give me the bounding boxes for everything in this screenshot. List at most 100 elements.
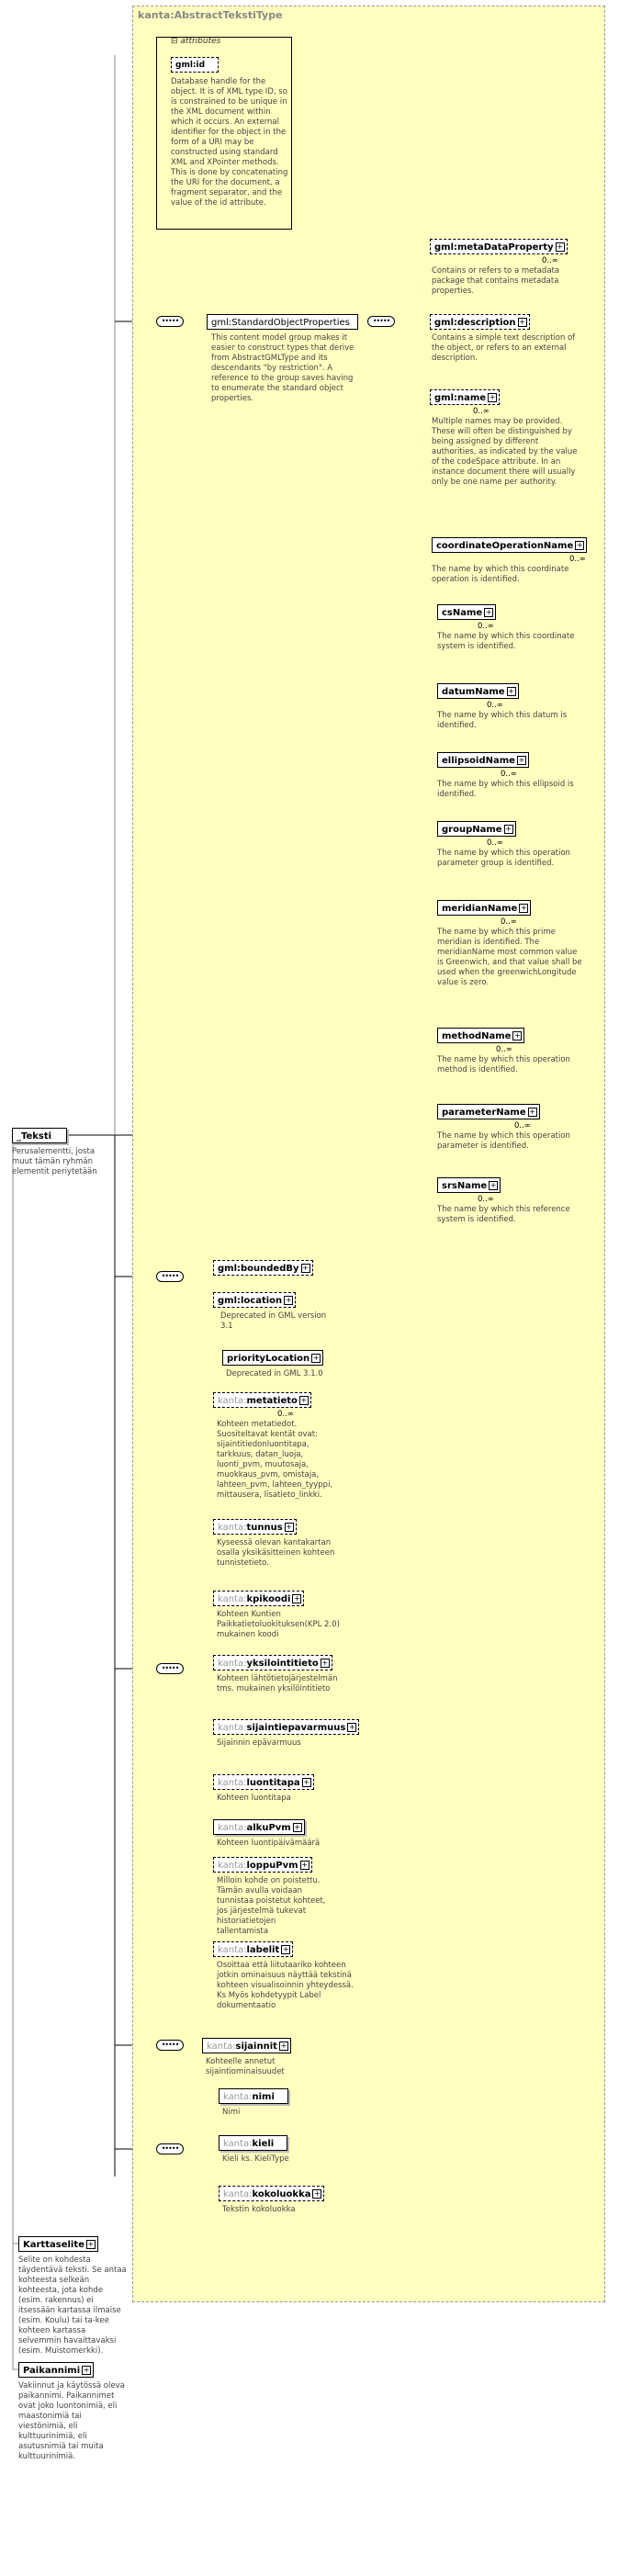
kanta-item-label: luontitapa [246, 1778, 300, 1788]
expand-icon[interactable]: + [527, 1108, 537, 1117]
expand-icon[interactable]: + [516, 756, 526, 765]
expand-icon[interactable]: + [555, 242, 565, 252]
kanta-item-desc: Kohteen lähtötietojärjestelmän tms. muka… [217, 1674, 338, 1693]
expand-icon[interactable]: + [503, 825, 513, 834]
std-item-desc: The name by which this coordinate system… [437, 632, 575, 651]
std-item-card: 0..∞ [501, 917, 517, 927]
std-props-desc: This content model group makes it easier… [211, 333, 355, 403]
namespace-prefix: kanta: [223, 2092, 253, 2102]
kanta-sijainnit-element[interactable]: kanta:sijainnit + [202, 2038, 291, 2053]
std-props-label: gml:StandardObjectProperties [211, 318, 350, 328]
type-title: kanta:AbstractTekstiType [138, 9, 283, 21]
kanta-loppupvm-element[interactable]: kanta:loppuPvm + [213, 1857, 312, 1873]
priority-location-element[interactable]: priorityLocation + [222, 1350, 324, 1366]
paikannimi-label: Paikannimi [23, 2366, 81, 2376]
namespace-prefix: kanta: [218, 1523, 247, 1533]
std-item-srsname[interactable]: srsName + [437, 1177, 501, 1193]
gml-id-attribute[interactable]: gml:id [171, 57, 219, 73]
kanta-yksilointitieto-element[interactable]: kanta:yksilointitieto + [213, 1655, 332, 1670]
standard-object-properties-group[interactable]: gml:StandardObjectProperties [207, 314, 358, 330]
kanta-item-label: tunnus [246, 1523, 283, 1533]
paikannimi-desc: Vakiinnut ja käytössä oleva paikannimi. … [18, 2381, 125, 2461]
std-item-label: gml:name [434, 393, 487, 403]
namespace-prefix: kanta: [218, 1861, 247, 1871]
std-item-name[interactable]: gml:name + [430, 389, 501, 405]
kanta-kieli-element[interactable]: kanta:kieli [219, 2135, 288, 2151]
sijainnit-desc: Kohteelle annetut sijaintiominaisuudet [206, 2057, 285, 2076]
std-item-ellipsoidname[interactable]: ellipsoidName + [437, 752, 529, 768]
kanta-alkupvm-element[interactable]: kanta:alkuPvm + [213, 1819, 305, 1835]
expand-icon[interactable]: + [347, 1723, 357, 1732]
expand-icon[interactable]: + [292, 1823, 302, 1832]
sequence-compositor-std[interactable]: ••••• [367, 316, 395, 327]
namespace-prefix: kanta: [218, 1778, 247, 1788]
expand-icon[interactable]: + [298, 1396, 309, 1405]
root-element[interactable]: _Teksti [12, 1128, 67, 1143]
expand-icon[interactable]: + [517, 318, 527, 327]
kanta-item-label: metatieto [246, 1396, 298, 1406]
std-item-metadataproperty[interactable]: gml:metaDataProperty + [430, 239, 568, 254]
std-item-csname[interactable]: csName + [437, 604, 497, 620]
kanta-labelit-element[interactable]: kanta:labelit + [213, 1941, 294, 1957]
kanta-item-desc: Osoittaa että liitutaariko kohteen jotki… [217, 1961, 354, 2010]
std-item-desc: The name by which this datum is identifi… [437, 711, 568, 730]
std-item-label: groupName [442, 825, 502, 835]
expand-icon[interactable]: + [311, 1354, 321, 1363]
expand-icon[interactable]: + [312, 2189, 322, 2199]
std-item-coordinateoperationname[interactable]: coordinateOperationName + [432, 537, 588, 553]
std-item-card: 0..∞ [569, 555, 586, 564]
kanta-metatieto-element[interactable]: kanta:metatieto + [213, 1392, 311, 1408]
namespace-prefix: kanta: [218, 1823, 247, 1833]
expand-icon[interactable]: + [506, 687, 516, 696]
kanta-tunnus-element[interactable]: kanta:tunnus + [213, 1519, 297, 1535]
kanta-item-desc: Kohteen luontipäivämäärä [217, 1839, 321, 1848]
location-element[interactable]: gml:location + [213, 1292, 297, 1308]
sequence-compositor-5[interactable]: ••••• [156, 2143, 184, 2154]
expand-icon[interactable]: + [292, 1594, 302, 1603]
std-item-label: csName [442, 608, 483, 618]
expand-icon[interactable]: + [489, 1181, 499, 1190]
sequence-compositor-1[interactable]: ••••• [156, 316, 184, 327]
expand-icon[interactable]: + [512, 1031, 523, 1041]
sequence-compositor-4[interactable]: ••••• [156, 2040, 184, 2051]
kanta-item-desc: Kohteen luontitapa [217, 1794, 291, 1803]
expand-icon[interactable]: + [488, 393, 498, 402]
std-item-datumname[interactable]: datumName + [437, 683, 519, 699]
kanta-nimi-element[interactable]: kanta:nimi [219, 2088, 288, 2104]
std-item-card: 0..∞ [501, 770, 517, 779]
karttaselite-element[interactable]: Karttaselite + [18, 2236, 98, 2252]
kanta-item-desc: Sijainnin epävarmuus [217, 1738, 301, 1748]
expand-icon[interactable]: + [301, 1778, 311, 1787]
std-item-meridianname[interactable]: meridianName + [437, 900, 532, 916]
expand-icon[interactable]: + [484, 608, 494, 617]
expand-icon[interactable]: + [278, 2042, 288, 2051]
text-item-desc: Kieli ks. KieliType [222, 2154, 289, 2164]
std-item-groupname[interactable]: groupName + [437, 821, 516, 837]
expand-icon[interactable]: + [85, 2240, 96, 2249]
sequence-compositor-3[interactable]: ••••• [156, 1663, 184, 1674]
expand-icon[interactable]: + [284, 1296, 294, 1305]
bounded-by-element[interactable]: gml:boundedBy + [213, 1260, 313, 1276]
std-item-desc: The name by which this ellipsoid is iden… [437, 780, 574, 799]
std-item-methodname[interactable]: methodName + [437, 1028, 525, 1043]
kanta-luontitapa-element[interactable]: kanta:luontitapa + [213, 1774, 314, 1790]
expand-icon[interactable]: + [299, 1861, 310, 1870]
expand-icon[interactable]: + [82, 2366, 92, 2375]
expand-icon[interactable]: + [575, 541, 585, 550]
paikannimi-element[interactable]: Paikannimi + [18, 2362, 95, 2378]
sequence-compositor-2[interactable]: ••••• [156, 1271, 184, 1282]
expand-icon[interactable]: + [320, 1659, 330, 1668]
std-item-parametername[interactable]: parameterName + [437, 1104, 540, 1119]
text-item-desc: Tekstin kokoluokka [222, 2205, 296, 2214]
kanta-kokoluokka-element[interactable]: kanta:kokoluokka + [219, 2186, 325, 2201]
kanta-kpikoodi-element[interactable]: kanta:kpikoodi + [213, 1591, 305, 1606]
namespace-prefix: kanta: [218, 1945, 247, 1955]
std-item-description[interactable]: gml:description + [430, 314, 530, 330]
expand-icon[interactable]: + [300, 1264, 310, 1273]
expand-icon[interactable]: + [284, 1523, 294, 1532]
expand-icon[interactable]: + [519, 904, 529, 913]
expand-icon[interactable]: + [281, 1945, 291, 1954]
root-element-label: _Teksti [17, 1131, 52, 1142]
std-item-label: srsName [442, 1181, 488, 1191]
kanta-sijaintiepavarmuus-element[interactable]: kanta:sijaintiepavarmuus + [213, 1719, 360, 1735]
